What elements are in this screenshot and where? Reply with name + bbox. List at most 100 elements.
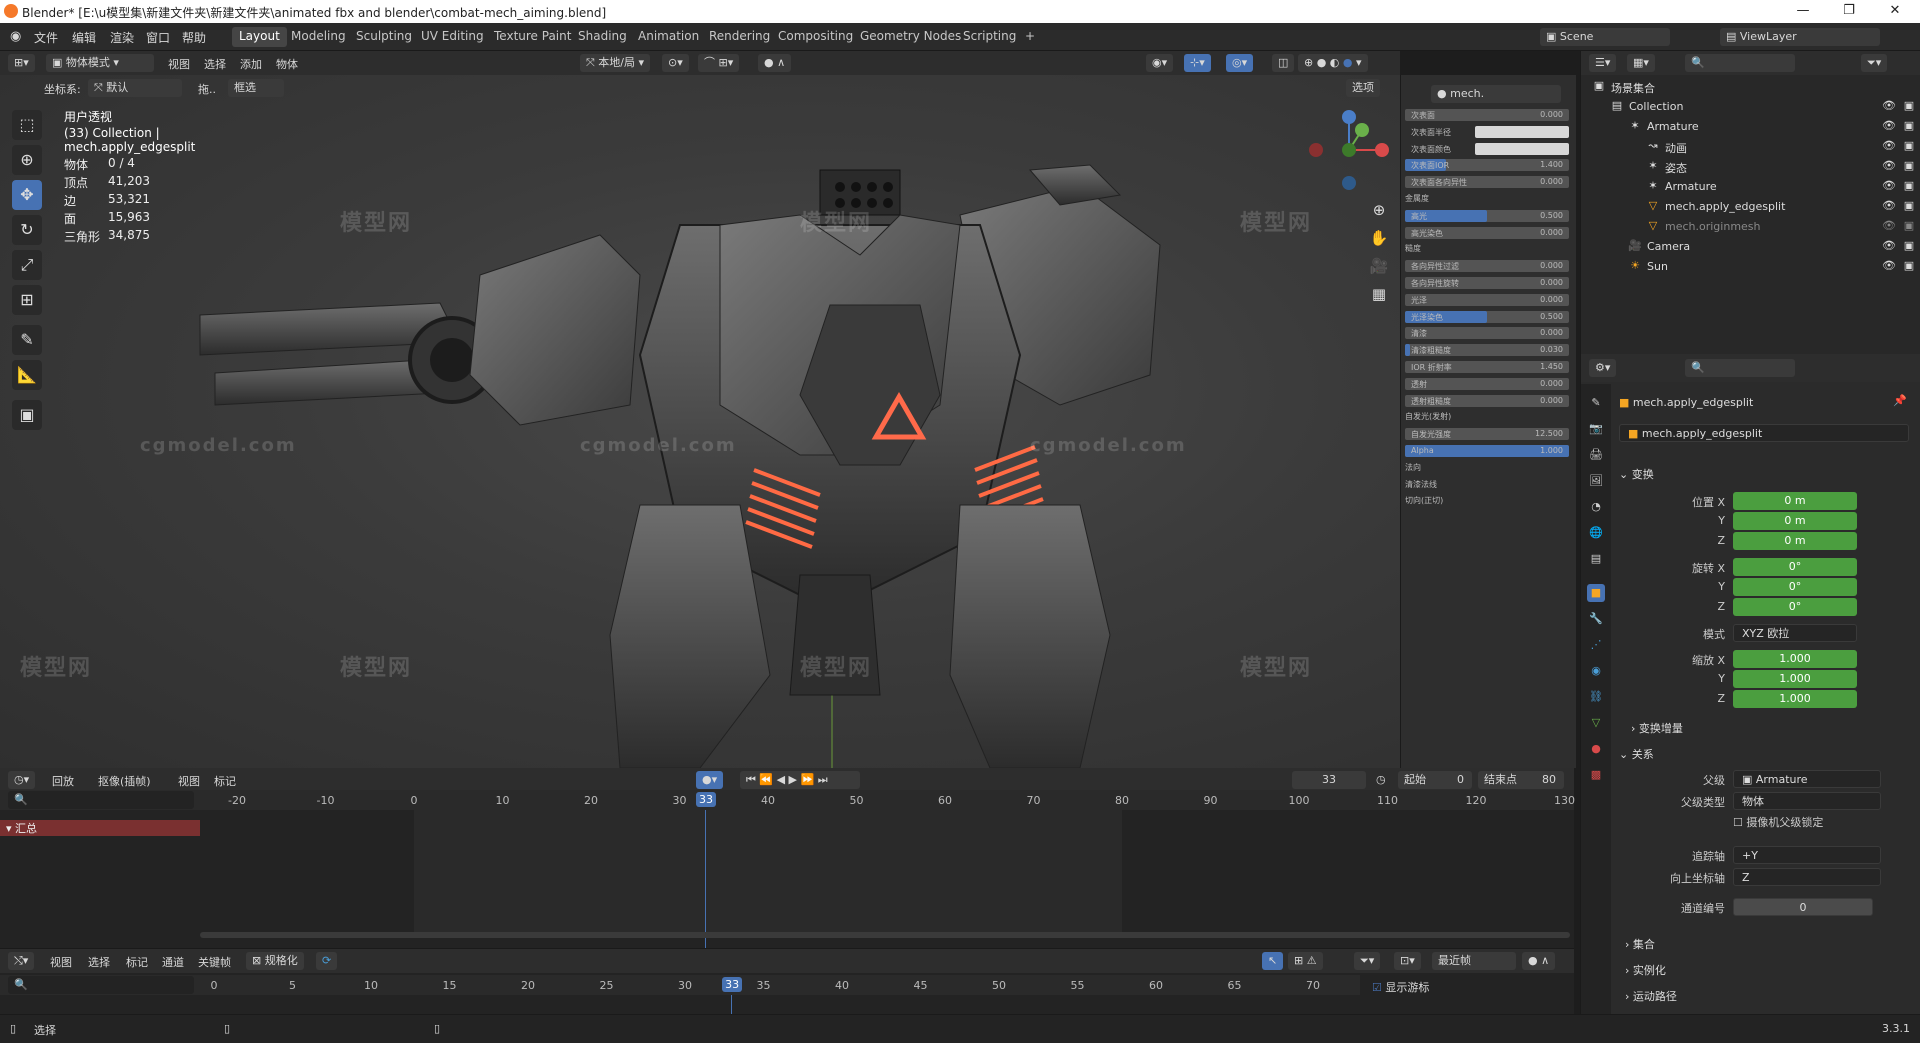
tab-animation[interactable]: Animation xyxy=(631,27,706,47)
snap-mode-icon[interactable]: ⊡▾ xyxy=(1394,952,1421,970)
output-tab-icon[interactable]: 🖨 xyxy=(1587,446,1605,464)
outliner-item[interactable]: ☀ Sun 👁 ▣ xyxy=(1581,257,1920,277)
render-toggle-icon[interactable]: ▣ xyxy=(1901,159,1917,175)
menu-file[interactable]: 文件 xyxy=(34,29,58,46)
track-axis-dropdown[interactable]: +Y xyxy=(1733,846,1881,864)
location-y-field[interactable]: 0 m xyxy=(1733,512,1857,530)
3d-viewport[interactable]: 模型网 模型网 模型网 cgmodel.com cgmodel.com cgmo… xyxy=(0,75,1400,768)
tab-rendering[interactable]: Rendering xyxy=(702,27,777,47)
pass-index-field[interactable]: 0 xyxy=(1733,898,1873,916)
timeline-menu-marker[interactable]: 标记 xyxy=(214,773,236,789)
maximize-button[interactable]: ❐ xyxy=(1826,0,1872,23)
texture-tab-icon[interactable]: ▩ xyxy=(1587,766,1605,784)
menu-edit[interactable]: 编辑 xyxy=(72,29,96,46)
move-icon[interactable]: ✥ xyxy=(12,180,42,210)
pin-icon[interactable]: 📌 xyxy=(1893,394,1907,407)
outliner-display-icon[interactable]: ▦▾ xyxy=(1627,54,1655,72)
physics-tab-icon[interactable]: ◉ xyxy=(1587,662,1605,680)
timeline-menu-playback[interactable]: 回放 xyxy=(52,773,74,789)
snap-icon[interactable]: ⌒ ⊞▾ xyxy=(698,54,740,72)
proportional-icon[interactable]: ● ∧ xyxy=(1522,952,1556,970)
tab-shading[interactable]: Shading xyxy=(571,27,634,47)
end-frame-field[interactable]: 结束点 80 xyxy=(1478,771,1564,789)
visibility-eye-icon[interactable]: 👁 xyxy=(1881,99,1897,115)
annotate-icon[interactable]: ✎ xyxy=(12,325,42,355)
measure-icon[interactable]: 📐 xyxy=(12,360,42,390)
outliner-item[interactable]: ▽ mech.apply_edgesplit 👁 ▣ xyxy=(1581,197,1920,217)
scale-z-field[interactable]: 1.000 xyxy=(1733,690,1857,708)
material-slider[interactable]: 次表面IOR 1.400 xyxy=(1405,159,1569,172)
render-toggle-icon[interactable]: ▣ xyxy=(1901,219,1917,235)
cursor-icon[interactable]: ⊕ xyxy=(12,145,42,175)
proportional-edit-icon[interactable]: ● ∧ xyxy=(758,54,792,72)
delta-transform-section[interactable]: › 变换增量 xyxy=(1631,720,1683,736)
world-tab-icon[interactable]: 🌐 xyxy=(1587,524,1605,542)
material-slider[interactable]: 透射粗糙度 0.000 xyxy=(1405,394,1569,407)
object-tab-icon[interactable]: ■ xyxy=(1587,584,1605,602)
snap-mode-dropdown[interactable]: 最近帧 xyxy=(1432,952,1516,970)
pivot-icon[interactable]: ⊙▾ xyxy=(662,54,689,72)
material-slider[interactable]: 次表面颜色 xyxy=(1405,142,1569,155)
parent-field[interactable]: ▣ Armature xyxy=(1733,770,1881,788)
tab-layout[interactable]: Layout xyxy=(232,27,287,47)
material-slider[interactable]: 次表面半径 xyxy=(1405,125,1569,138)
properties-editor-icon[interactable]: ⚙▾ xyxy=(1589,359,1617,377)
dopesheet-menu-view[interactable]: 视图 xyxy=(50,954,72,970)
rotation-mode-dropdown[interactable]: XYZ 欧拉 xyxy=(1733,624,1857,642)
tab-scripting[interactable]: Scripting xyxy=(956,27,1023,47)
outliner-filter-icon[interactable]: ⏷▾ xyxy=(1861,54,1888,72)
record-icon[interactable]: ●▾ xyxy=(696,771,724,789)
transform-section-header[interactable]: ⌄ 变换 xyxy=(1619,466,1654,482)
tab-uv-editing[interactable]: UV Editing xyxy=(414,27,491,47)
scale-icon[interactable]: ⤢ xyxy=(12,250,42,280)
dopesheet-editor-icon[interactable]: ⤭▾ xyxy=(8,952,35,970)
render-toggle-icon[interactable]: ▣ xyxy=(1901,259,1917,275)
timeline-scrollbar[interactable] xyxy=(200,932,1570,938)
grid-toggle-icon[interactable]: ▦ xyxy=(1366,281,1392,307)
add-cube-icon[interactable]: ▣ xyxy=(12,400,42,430)
visibility-eye-icon[interactable]: 👁 xyxy=(1881,159,1897,175)
normalize-toggle[interactable]: ⊠ 规格化 xyxy=(246,952,304,970)
tab-geometry-nodes[interactable]: Geometry Nodes xyxy=(853,27,968,47)
playback-controls[interactable]: ⏮ ⏪ ◀ ▶ ⏩ ⏭ xyxy=(740,771,860,789)
visibility-icon[interactable]: ◉▾ xyxy=(1146,54,1174,72)
outliner-item[interactable]: ✶ 姿态 👁 ▣ xyxy=(1581,157,1920,177)
material-slider[interactable]: 清漆 0.000 xyxy=(1405,327,1569,340)
mode-selector[interactable]: ▣ 物体模式 ▾ xyxy=(46,54,154,72)
particles-tab-icon[interactable]: ⋰ xyxy=(1587,636,1605,654)
material-slider[interactable]: 自发光强度 12.500 xyxy=(1405,428,1569,441)
gizmo-toggle-icon[interactable]: ⊹▾ xyxy=(1184,54,1211,72)
material-slider[interactable]: 各向异性旋转 0.000 xyxy=(1405,277,1569,289)
timeline-menu-view[interactable]: 视图 xyxy=(178,773,200,789)
only-selected-icon[interactable]: ↖ xyxy=(1262,952,1284,970)
transform-orientation-dropdown[interactable]: ⤧ 本地/局 ▾ xyxy=(580,54,651,72)
outliner-search-icon[interactable]: 🔍 xyxy=(1685,54,1795,72)
viewlayer-selector[interactable]: ▤ ViewLayer xyxy=(1720,28,1880,46)
show-errors-icon[interactable]: ⊞ ⚠ xyxy=(1288,952,1323,970)
render-toggle-icon[interactable]: ▣ xyxy=(1901,99,1917,115)
show-cursor-checkbox[interactable]: ☑ 显示游标 xyxy=(1372,979,1429,995)
material-slider[interactable]: 清漆粗糙度 0.030 xyxy=(1405,344,1569,357)
viewport-menu-select[interactable]: 选择 xyxy=(204,56,226,72)
relations-section-header[interactable]: ⌄ 关系 xyxy=(1619,746,1654,762)
summary-channel[interactable]: ▾ 汇总 xyxy=(0,820,200,836)
dopesheet-filter-icon[interactable]: ⏷▾ xyxy=(1354,952,1381,970)
material-tab-icon[interactable]: ● xyxy=(1587,740,1605,758)
motion-paths-section[interactable]: › 运动路径 xyxy=(1625,988,1677,1004)
location-x-field[interactable]: 0 m xyxy=(1733,492,1857,510)
transform-icon[interactable]: ⊞ xyxy=(12,285,42,315)
visibility-eye-icon[interactable]: 👁 xyxy=(1881,199,1897,215)
scale-x-field[interactable]: 1.000 xyxy=(1733,650,1857,668)
viewport-menu-view[interactable]: 视图 xyxy=(168,56,190,72)
timeline-current-frame-marker[interactable]: 33 xyxy=(696,792,717,807)
dopesheet-menu-key[interactable]: 关键帧 xyxy=(198,954,231,970)
dopesheet-search-icon[interactable]: 🔍 xyxy=(8,976,194,994)
start-frame-field[interactable]: 起始 0 xyxy=(1398,771,1472,789)
material-slider[interactable]: 光泽 0.000 xyxy=(1405,293,1569,306)
outliner-item[interactable]: ▽ mech.originmesh 👁 ▣ xyxy=(1581,217,1920,237)
collection-tab-icon[interactable]: ▤ xyxy=(1587,550,1605,568)
camera-parent-lock-checkbox[interactable]: ☐ 摄像机父级锁定 xyxy=(1733,814,1823,830)
camera-view-icon[interactable]: 🎥 xyxy=(1366,253,1392,279)
timeline-search-icon[interactable]: 🔍 xyxy=(8,791,194,809)
rotation-x-field[interactable]: 0° xyxy=(1733,558,1857,576)
